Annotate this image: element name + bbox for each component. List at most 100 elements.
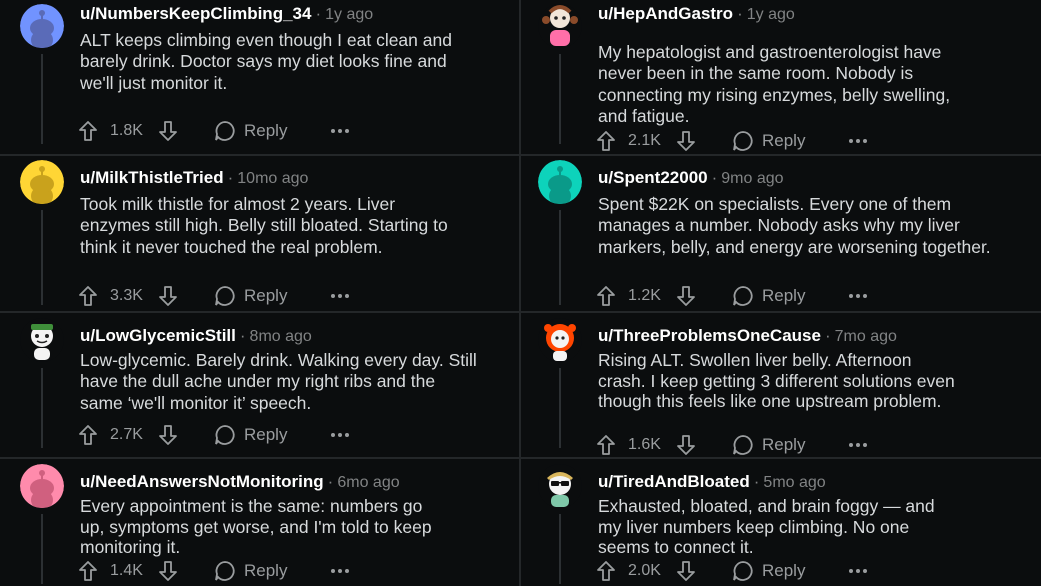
reply-bubble-icon <box>733 131 753 151</box>
user-avatar-icon[interactable] <box>538 4 582 48</box>
reply-bubble-icon <box>733 435 753 455</box>
username[interactable]: u/Spent22000 <box>598 168 708 187</box>
thread-line <box>41 514 43 584</box>
username[interactable]: u/HepAndGastro <box>598 4 733 23</box>
more-options-icon[interactable] <box>849 294 870 298</box>
reply-bubble-icon <box>215 425 235 445</box>
timestamp: 5mo ago <box>763 474 826 491</box>
row-divider <box>521 154 1041 156</box>
reply-button[interactable]: Reply <box>214 120 287 142</box>
reply-button[interactable]: Reply <box>732 130 805 152</box>
comment-body: Took milk thistle for almost 2 years. Li… <box>80 194 448 257</box>
username[interactable]: u/LowGlycemicStill <box>80 326 236 345</box>
user-avatar-icon[interactable] <box>20 318 64 362</box>
more-options-icon[interactable] <box>331 569 352 573</box>
row-divider <box>0 311 519 313</box>
reply-bubble-icon <box>733 286 753 306</box>
separator-dot: · <box>711 168 718 187</box>
comment-actions: 3.3K Reply <box>78 284 352 308</box>
vote-score: 1.2K <box>628 287 661 304</box>
vote-score: 2.1K <box>628 132 661 149</box>
upvote-icon[interactable] <box>596 130 616 152</box>
more-options-icon[interactable] <box>331 294 352 298</box>
user-avatar-icon[interactable] <box>538 318 582 362</box>
thread-line <box>559 514 561 584</box>
comment-body: Low-glycemic. Barely drink. Walking ever… <box>80 350 477 413</box>
separator-dot: · <box>239 326 246 345</box>
upvote-icon[interactable] <box>78 120 98 142</box>
separator-dot: · <box>227 168 234 187</box>
comment-header: u/MilkThistleTried · 10mo ago <box>80 168 308 189</box>
downvote-icon[interactable] <box>676 285 696 307</box>
comment-body: My hepatologist and gastroenterologist h… <box>598 42 951 127</box>
timestamp: 6mo ago <box>337 474 400 491</box>
reply-button[interactable]: Reply <box>214 560 287 582</box>
user-avatar-icon[interactable] <box>20 160 64 204</box>
upvote-icon[interactable] <box>78 424 98 446</box>
comment-actions: 1.6K Reply <box>596 433 870 457</box>
downvote-icon[interactable] <box>676 560 696 582</box>
comment-body: ALT keeps climbing even though I eat cle… <box>80 30 452 93</box>
reply-bubble-icon <box>215 121 235 141</box>
reply-button[interactable]: Reply <box>214 424 287 446</box>
user-avatar-icon[interactable] <box>20 4 64 48</box>
vote-score: 2.0K <box>628 562 661 579</box>
reply-label: Reply <box>762 286 806 305</box>
comment-grid: u/NumbersKeepClimbing_34 · 1y ago ALT keep… <box>0 0 1041 586</box>
downvote-icon[interactable] <box>158 285 178 307</box>
separator-dot: · <box>824 326 831 345</box>
downvote-icon[interactable] <box>676 434 696 456</box>
comment-header: u/Spent22000 · 9mo ago <box>598 168 784 189</box>
timestamp: 8mo ago <box>249 328 312 345</box>
more-options-icon[interactable] <box>849 139 870 143</box>
row-divider <box>0 457 519 459</box>
upvote-icon[interactable] <box>78 285 98 307</box>
comment-actions: 2.1K Reply <box>596 129 870 153</box>
username[interactable]: u/TiredAndBloated <box>598 472 750 491</box>
user-avatar-icon[interactable] <box>538 160 582 204</box>
reply-label: Reply <box>762 131 806 150</box>
reply-button[interactable]: Reply <box>732 434 805 456</box>
reply-label: Reply <box>762 561 806 580</box>
comment-actions: 1.8K Reply <box>78 119 352 143</box>
user-avatar-icon[interactable] <box>20 464 64 508</box>
timestamp: 10mo ago <box>237 170 309 187</box>
timestamp: 9mo ago <box>721 170 784 187</box>
upvote-icon[interactable] <box>596 560 616 582</box>
reply-bubble-icon <box>733 561 753 581</box>
row-divider <box>521 457 1041 459</box>
upvote-icon[interactable] <box>596 434 616 456</box>
reply-bubble-icon <box>215 286 235 306</box>
username[interactable]: u/NumbersKeepClimbing_34 <box>80 4 311 23</box>
username[interactable]: u/NeedAnswersNotMonitoring <box>80 472 324 491</box>
more-options-icon[interactable] <box>331 129 352 133</box>
reply-label: Reply <box>244 286 288 305</box>
more-options-icon[interactable] <box>849 569 870 573</box>
vote-score: 3.3K <box>110 287 143 304</box>
separator-dot: · <box>327 472 334 491</box>
more-options-icon[interactable] <box>331 433 352 437</box>
separator-dot: · <box>315 4 322 23</box>
reply-button[interactable]: Reply <box>214 285 287 307</box>
comment-actions: 1.4K Reply <box>78 559 352 583</box>
more-options-icon[interactable] <box>849 443 870 447</box>
reply-bubble-icon <box>215 561 235 581</box>
downvote-icon[interactable] <box>158 120 178 142</box>
vote-score: 1.8K <box>110 122 143 139</box>
user-avatar-icon[interactable] <box>538 464 582 508</box>
username[interactable]: u/ThreeProblemsOneCause <box>598 326 821 345</box>
reply-button[interactable]: Reply <box>732 560 805 582</box>
downvote-icon[interactable] <box>158 424 178 446</box>
upvote-icon[interactable] <box>78 560 98 582</box>
comment-header: u/NeedAnswersNotMonitoring · 6mo ago <box>80 472 400 493</box>
row-divider <box>521 311 1041 313</box>
timestamp: 1y ago <box>746 6 795 23</box>
thread-line <box>41 210 43 305</box>
thread-line <box>41 368 43 448</box>
downvote-icon[interactable] <box>158 560 178 582</box>
reply-button[interactable]: Reply <box>732 285 805 307</box>
comment-actions: 2.7K Reply <box>78 423 352 447</box>
downvote-icon[interactable] <box>676 130 696 152</box>
upvote-icon[interactable] <box>596 285 616 307</box>
username[interactable]: u/MilkThistleTried <box>80 168 224 187</box>
